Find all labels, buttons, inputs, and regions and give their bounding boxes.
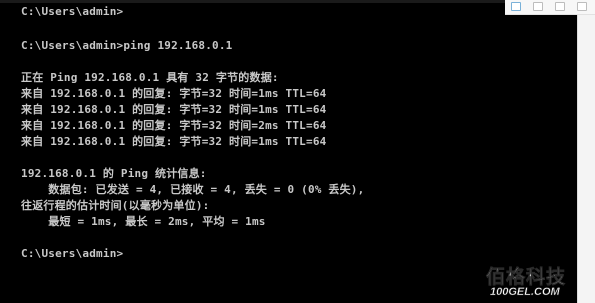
window-icon: [511, 2, 521, 11]
toolbar-icons: [505, 0, 595, 15]
console-line-ping-command: C:\Users\admin>ping 192.168.0.1: [21, 39, 233, 52]
watermark-logo: 佰格科技 100GEL.COM: [486, 262, 595, 303]
console-line-reply-4: 来自 192.168.0.1 的回复: 字节=32 时间=1ms TTL=64: [21, 135, 327, 148]
window-top-edge: [0, 0, 577, 3]
copy-icon: [533, 2, 543, 11]
share-icon: [577, 2, 587, 11]
command-prompt-window[interactable]: C:\Users\admin> C:\Users\admin>ping 192.…: [0, 0, 577, 303]
vertical-scrollbar[interactable]: [577, 0, 595, 303]
console-line-stats-header: 192.168.0.1 的 Ping 统计信息:: [21, 167, 207, 180]
console-line-reply-2: 来自 192.168.0.1 的回复: 字节=32 时间=1ms TTL=64: [21, 103, 327, 116]
edit-icon: [555, 2, 565, 11]
console-line-packets: 数据包: 已发送 = 4, 已接收 = 4, 丢失 = 0 (0% 丢失),: [21, 183, 365, 196]
console-line-ping-header: 正在 Ping 192.168.0.1 具有 32 字节的数据:: [21, 71, 279, 84]
watermark-url: 100GEL.COM: [490, 286, 560, 298]
console-line-rtt-header: 往返行程的估计时间(以毫秒为单位):: [21, 199, 210, 212]
console-line-reply-3: 来自 192.168.0.1 的回复: 字节=32 时间=2ms TTL=64: [21, 119, 327, 132]
console-line-rtt-values: 最短 = 1ms, 最长 = 2ms, 平均 = 1ms: [21, 215, 266, 228]
console-line-reply-1: 来自 192.168.0.1 的回复: 字节=32 时间=1ms TTL=64: [21, 87, 327, 100]
watermark-title: 佰格科技: [486, 266, 567, 289]
screenshot: C:\Users\admin> C:\Users\admin>ping 192.…: [0, 0, 595, 303]
console-line-prompt-2: C:\Users\admin>: [21, 247, 124, 260]
console-line-prompt-1: C:\Users\admin>: [21, 5, 124, 18]
